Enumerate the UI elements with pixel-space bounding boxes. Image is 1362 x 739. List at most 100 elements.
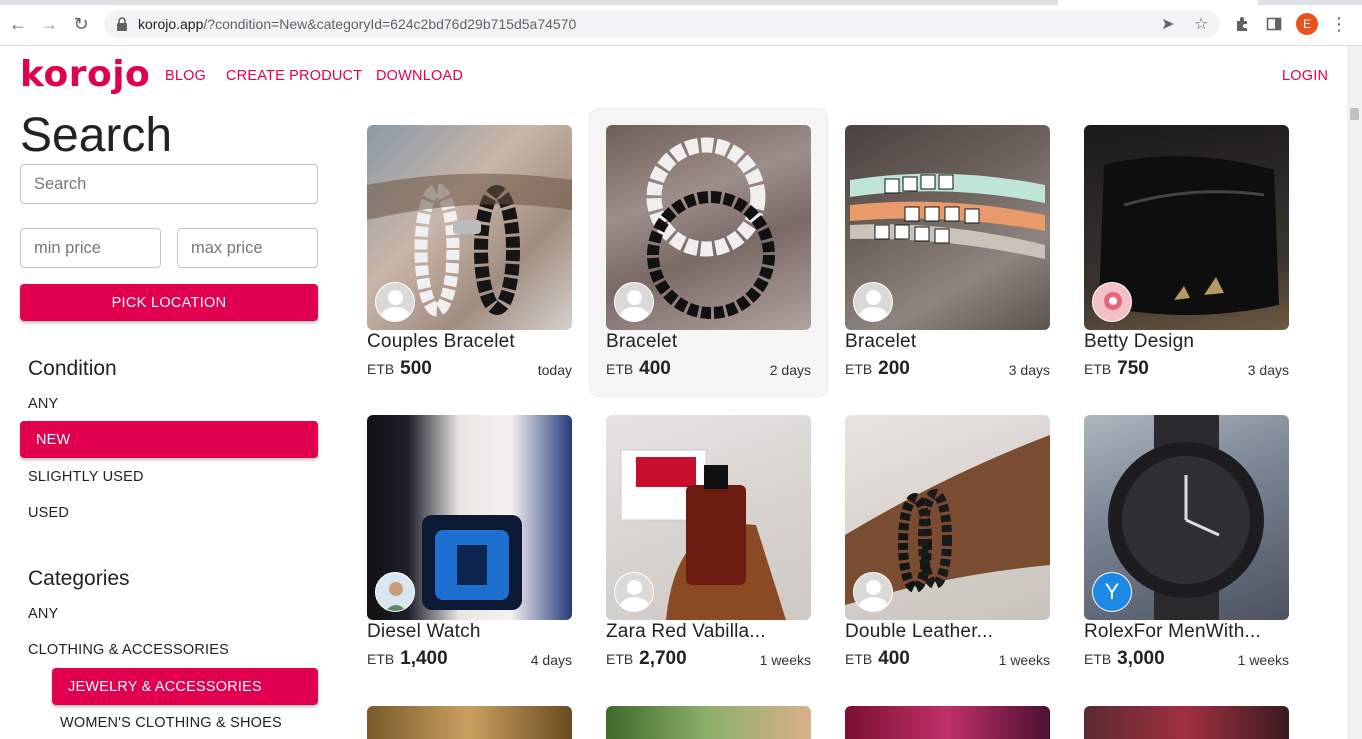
currency: ETB [1084, 651, 1112, 667]
product-image[interactable] [845, 415, 1050, 620]
seller-avatar[interactable] [375, 282, 415, 322]
product-title[interactable]: Bracelet [845, 331, 916, 353]
condition-heading: Condition [28, 357, 117, 380]
product-image[interactable] [1084, 706, 1289, 739]
product-price: ETB 3,000 [1084, 648, 1165, 670]
price-value: 3,000 [1117, 648, 1165, 669]
browser-toolbar: ← → ↻ korojo.app/?condition=New&category… [0, 0, 1362, 46]
product-age: 1 weeks [1237, 652, 1289, 668]
price-value: 500 [400, 358, 432, 379]
page-scrollbar[interactable] [1347, 46, 1362, 739]
url-host: korojo.app [138, 16, 204, 32]
product-card[interactable]: Double Leather... ETB 400 1 weeks [845, 415, 1050, 675]
price-value: 200 [878, 358, 910, 379]
product-image[interactable] [606, 706, 811, 739]
side-panel-icon[interactable] [1263, 13, 1285, 35]
lock-icon [116, 17, 128, 31]
product-image[interactable]: Y [1084, 415, 1289, 620]
pick-location-button[interactable]: PICK LOCATION [20, 284, 318, 321]
currency: ETB [845, 361, 873, 377]
condition-slightly-used[interactable]: SLIGHTLY USED [28, 469, 144, 485]
product-card[interactable]: Betty Design ETB 750 3 days [1084, 125, 1289, 385]
korojo-logo[interactable]: korojo [20, 54, 150, 95]
product-title[interactable]: Double Leather... [845, 621, 993, 643]
currency: ETB [367, 651, 395, 667]
seller-avatar[interactable] [853, 282, 893, 322]
price-value: 2,700 [639, 648, 687, 669]
price-value: 400 [878, 648, 910, 669]
max-price-input[interactable]: max price [177, 228, 318, 268]
product-image[interactable] [606, 125, 811, 330]
category-any[interactable]: ANY [28, 606, 58, 622]
nav-download[interactable]: DOWNLOAD [376, 68, 463, 84]
min-price-input[interactable]: min price [20, 228, 161, 268]
address-bar[interactable]: korojo.app/?condition=New&categoryId=624… [104, 10, 1220, 38]
product-image[interactable] [845, 125, 1050, 330]
product-image[interactable] [367, 125, 572, 330]
product-title[interactable]: Couples Bracelet [367, 331, 515, 353]
currency: ETB [367, 361, 395, 377]
nav-blog[interactable]: BLOG [165, 68, 206, 84]
product-image[interactable] [1084, 125, 1289, 330]
product-title[interactable]: Betty Design [1084, 331, 1194, 353]
product-price: ETB 400 [845, 648, 910, 670]
product-card[interactable]: Y RolexFor MenWith... ETB 3,000 1 weeks [1084, 415, 1289, 675]
product-age: 2 days [769, 362, 811, 378]
forward-icon[interactable]: → [38, 13, 60, 35]
product-image[interactable] [845, 706, 1050, 739]
product-title[interactable]: RolexFor MenWith... [1084, 621, 1261, 643]
product-price: ETB 1,400 [367, 648, 448, 670]
product-price: ETB 200 [845, 358, 910, 380]
reload-icon[interactable]: ↻ [70, 13, 92, 35]
nav-create-product[interactable]: CREATE PRODUCT [226, 68, 362, 84]
bookmark-star-icon[interactable]: ☆ [1194, 10, 1208, 38]
product-price: ETB 400 [606, 358, 671, 380]
url-text: korojo.app/?condition=New&categoryId=624… [138, 16, 576, 32]
tab-strip [0, 0, 1362, 5]
currency: ETB [845, 651, 873, 667]
category-womens-clothing-shoes[interactable]: WOMEN'S CLOTHING & SHOES [60, 715, 282, 731]
search-input[interactable]: Search [20, 164, 318, 204]
product-card[interactable]: Diesel Watch ETB 1,400 4 days [367, 415, 572, 675]
currency: ETB [606, 651, 634, 667]
seller-avatar[interactable] [614, 572, 654, 612]
product-title[interactable]: Diesel Watch [367, 621, 481, 643]
price-value: 400 [639, 358, 671, 379]
extensions-puzzle-icon[interactable] [1232, 13, 1254, 35]
scrollbar-thumb[interactable] [1350, 108, 1359, 120]
product-image[interactable] [606, 415, 811, 620]
back-icon[interactable]: ← [7, 13, 29, 35]
seller-avatar[interactable] [1092, 282, 1132, 322]
product-age: 1 weeks [759, 652, 811, 668]
product-image[interactable] [367, 706, 572, 739]
product-age: 3 days [1008, 362, 1050, 378]
categories-heading: Categories [28, 567, 130, 590]
seller-avatar[interactable] [853, 572, 893, 612]
product-card[interactable]: Bracelet ETB 400 2 days [606, 125, 811, 385]
seller-avatar[interactable] [375, 572, 415, 612]
product-card[interactable]: Zara Red Vabilla... ETB 2,700 1 weeks [606, 415, 811, 675]
kebab-menu-icon[interactable]: ⋮ [1328, 13, 1350, 35]
product-price: ETB 500 [367, 358, 432, 380]
product-title[interactable]: Zara Red Vabilla... [606, 621, 766, 643]
seller-avatar[interactable] [614, 282, 654, 322]
price-value: 1,400 [400, 648, 448, 669]
product-title[interactable]: Bracelet [606, 331, 677, 353]
send-tab-icon[interactable]: ➤ [1161, 10, 1174, 38]
product-card[interactable]: Bracelet ETB 200 3 days [845, 125, 1050, 385]
url-path: /?condition=New&categoryId=624c2bd76d29b… [203, 16, 577, 32]
login-link[interactable]: LOGIN [1282, 68, 1328, 84]
condition-any[interactable]: ANY [28, 396, 58, 412]
product-age: today [537, 362, 572, 378]
category-clothing-accessories[interactable]: CLOTHING & ACCESSORIES [28, 642, 229, 658]
condition-new[interactable]: NEW [20, 421, 318, 458]
category-jewelry-accessories[interactable]: JEWELRY & ACCESSORIES [52, 668, 318, 705]
product-card[interactable]: Couples Bracelet ETB 500 today [367, 125, 572, 385]
condition-used[interactable]: USED [28, 505, 69, 521]
seller-avatar[interactable]: Y [1092, 572, 1132, 612]
profile-avatar[interactable]: E [1296, 13, 1318, 35]
active-tab[interactable] [1058, 0, 1258, 5]
product-age: 3 days [1247, 362, 1289, 378]
currency: ETB [606, 361, 634, 377]
product-image[interactable] [367, 415, 572, 620]
